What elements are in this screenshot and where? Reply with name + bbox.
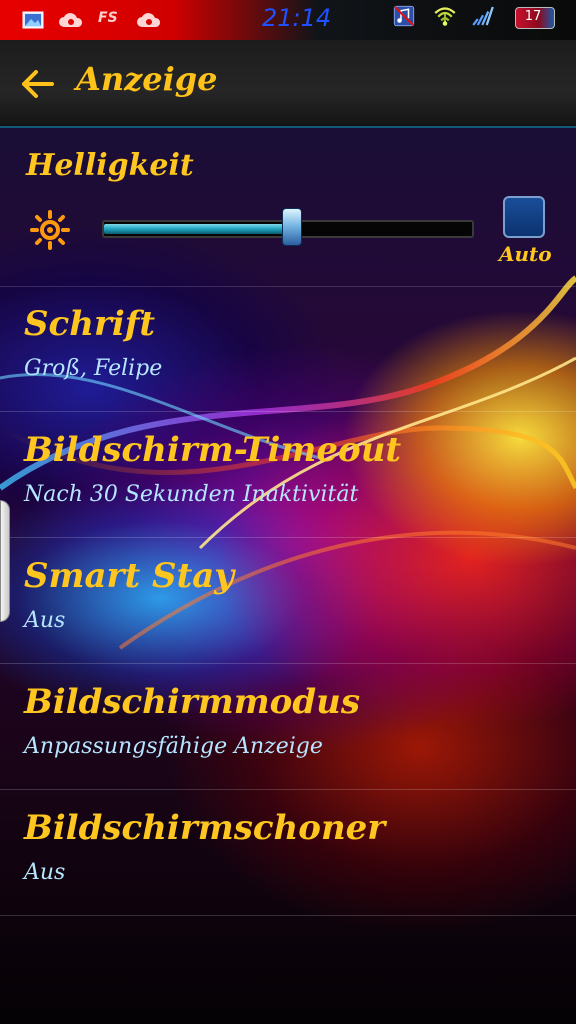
- fs-icon: FS: [98, 10, 118, 26]
- app-bar: Anzeige: [0, 40, 576, 128]
- brightness-slider-fill: [104, 224, 290, 234]
- setting-title: Bildschirmschoner: [24, 808, 386, 848]
- gallery-icon: [22, 11, 44, 29]
- setting-font[interactable]: Schrift Groß, Felipe: [0, 286, 576, 412]
- setting-title: Smart Stay: [24, 556, 235, 596]
- music-muted-icon: [393, 5, 415, 27]
- setting-title: Schrift: [24, 304, 156, 344]
- cloud-icon: [59, 13, 83, 27]
- cloud-icon: [137, 13, 161, 27]
- setting-subtitle: Groß, Felipe: [24, 356, 163, 381]
- setting-subtitle: Nach 30 Sekunden Inaktivität: [24, 482, 359, 507]
- wifi-icon: [434, 7, 456, 26]
- setting-title: Bildschirmmodus: [24, 682, 360, 722]
- battery-icon: 17: [515, 7, 555, 29]
- signal-icon: [472, 6, 494, 26]
- brightness-slider-thumb[interactable]: [282, 208, 302, 246]
- setting-screen-mode[interactable]: Bildschirmmodus Anpassungsfähige Anzeige: [0, 664, 576, 790]
- battery-level: 17: [524, 9, 542, 24]
- setting-screen-timeout[interactable]: Bildschirm-Timeout Nach 30 Sekunden Inak…: [0, 412, 576, 538]
- sun-icon: [30, 210, 70, 250]
- back-button[interactable]: [18, 64, 62, 104]
- setting-subtitle: Anpassungsfähige Anzeige: [24, 734, 323, 759]
- settings-list: Helligkeit Auto Schrift Groß, Felipe Bil…: [0, 128, 576, 1024]
- status-time: 21:14: [262, 4, 332, 32]
- page-title: Anzeige: [76, 60, 218, 98]
- brightness-title: Helligkeit: [26, 148, 194, 183]
- status-bar: FS 21:14 17: [0, 0, 576, 40]
- setting-screensaver[interactable]: Bildschirmschoner Aus: [0, 790, 576, 916]
- auto-brightness-checkbox[interactable]: [503, 196, 545, 238]
- brightness-section: Helligkeit Auto: [0, 128, 576, 287]
- setting-smart-stay[interactable]: Smart Stay Aus: [0, 538, 576, 664]
- setting-subtitle: Aus: [24, 860, 66, 885]
- edge-panel-handle[interactable]: [0, 500, 10, 622]
- arrow-left-icon: [22, 70, 54, 98]
- setting-title: Bildschirm-Timeout: [24, 430, 402, 470]
- auto-brightness-label: Auto: [499, 242, 552, 266]
- setting-subtitle: Aus: [24, 608, 66, 633]
